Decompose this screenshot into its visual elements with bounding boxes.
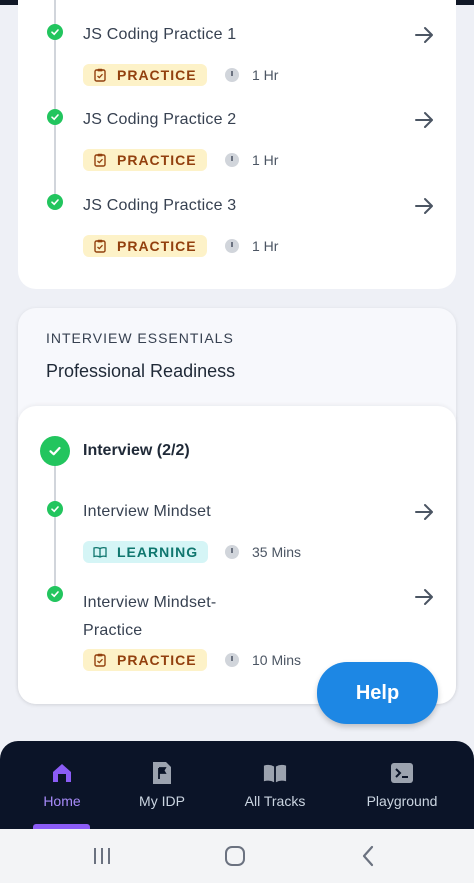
nav-label: Home xyxy=(43,793,81,809)
clock-icon xyxy=(225,153,239,167)
completed-check-icon xyxy=(47,24,63,40)
help-button[interactable]: Help xyxy=(317,662,438,724)
back-icon[interactable] xyxy=(356,844,380,868)
tag-label: LEARNING xyxy=(117,544,199,560)
duration-text: 1 Hr xyxy=(252,238,279,254)
nav-label: Playground xyxy=(366,793,438,809)
clock-icon xyxy=(225,653,239,667)
recent-apps-icon[interactable] xyxy=(90,844,114,868)
coding-practice-card: JS Coding Practice 1 PRACTICE 1 Hr JS Co… xyxy=(18,0,456,289)
practice-tag: PRACTICE xyxy=(83,649,207,671)
nav-label: All Tracks xyxy=(244,793,306,809)
system-navigation-bar xyxy=(0,829,474,883)
section-label: INTERVIEW ESSENTIALS xyxy=(46,330,234,346)
arrow-right-icon[interactable] xyxy=(413,586,435,608)
clipboard-icon xyxy=(94,239,106,253)
clipboard-icon xyxy=(94,68,106,82)
practice-tag: PRACTICE xyxy=(83,235,207,257)
tag-label: PRACTICE xyxy=(117,67,197,83)
clipboard-icon xyxy=(94,653,106,667)
item-title[interactable]: Interview Mindset- Practice xyxy=(83,589,216,645)
arrow-right-icon[interactable] xyxy=(413,109,435,131)
tag-label: PRACTICE xyxy=(117,152,197,168)
open-book-icon xyxy=(93,546,107,558)
nav-item-all-tracks[interactable]: All Tracks xyxy=(239,761,311,809)
completed-check-icon xyxy=(47,109,63,125)
arrow-right-icon[interactable] xyxy=(413,501,435,523)
item-title[interactable]: JS Coding Practice 3 xyxy=(83,197,236,215)
home-icon xyxy=(50,761,74,785)
flag-document-icon xyxy=(150,761,174,785)
item-title-line: Practice xyxy=(83,622,143,639)
home-circle-icon[interactable] xyxy=(223,844,247,868)
item-title[interactable]: JS Coding Practice 1 xyxy=(83,26,236,44)
terminal-icon xyxy=(390,761,414,785)
clock-icon xyxy=(225,239,239,253)
interview-essentials-card: INTERVIEW ESSENTIALS Professional Readin… xyxy=(18,308,456,704)
nav-label: My IDP xyxy=(139,793,185,809)
tag-label: PRACTICE xyxy=(117,238,197,254)
item-title[interactable]: Interview Mindset xyxy=(83,503,211,521)
completed-check-icon xyxy=(47,501,63,517)
clock-icon xyxy=(225,545,239,559)
learning-tag: LEARNING xyxy=(83,541,209,563)
practice-tag: PRACTICE xyxy=(83,64,207,86)
completed-check-icon xyxy=(47,194,63,210)
nav-item-playground[interactable]: Playground xyxy=(362,761,442,809)
nav-item-home[interactable]: Home xyxy=(38,761,86,809)
tag-label: PRACTICE xyxy=(117,652,197,668)
item-title-line: Interview Mindset- xyxy=(83,594,217,611)
practice-tag: PRACTICE xyxy=(83,149,207,171)
section-title: Professional Readiness xyxy=(46,361,236,381)
arrow-right-icon[interactable] xyxy=(413,24,435,46)
group-complete-check-icon xyxy=(40,436,70,466)
duration-text: 1 Hr xyxy=(252,152,279,168)
clipboard-icon xyxy=(94,153,106,167)
interview-group: Interview (2/2) Interview Mindset LEARNI… xyxy=(18,406,456,704)
group-title[interactable]: Interview (2/2) xyxy=(83,442,190,460)
duration-text: 35 Mins xyxy=(252,544,302,560)
arrow-right-icon[interactable] xyxy=(413,195,435,217)
completed-check-icon xyxy=(47,586,63,602)
duration-text: 1 Hr xyxy=(252,67,279,83)
clock-icon xyxy=(225,68,239,82)
bottom-navigation: Home My IDP All Tracks Playground xyxy=(0,741,474,829)
nav-item-my-idp[interactable]: My IDP xyxy=(134,761,190,809)
item-title[interactable]: JS Coding Practice 2 xyxy=(83,111,236,129)
duration-text: 10 Mins xyxy=(252,652,302,668)
timeline-line xyxy=(54,452,56,602)
book-icon xyxy=(263,761,287,785)
